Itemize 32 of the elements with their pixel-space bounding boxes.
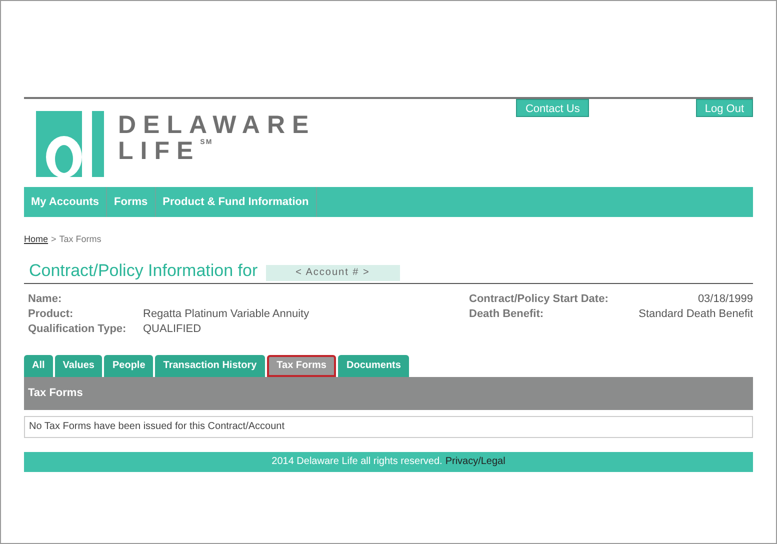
field-label: Product:	[28, 306, 74, 322]
tab[interactable]: Tax Forms	[266, 354, 336, 376]
message-text: No Tax Forms have been issued for this Contract/Account	[29, 420, 284, 434]
page-title: Contract/Policy Information for	[29, 260, 258, 280]
field-label: Name:	[28, 292, 63, 306]
logo-text: DELAWARE	[118, 112, 316, 138]
breadcrumb-separator: >	[51, 233, 56, 246]
tab[interactable]: Values	[54, 354, 102, 376]
copyright-text: 2014 Delaware Life all rights reserved.	[272, 455, 442, 469]
nav-link[interactable]: Forms	[107, 187, 156, 217]
tab[interactable]: Documents	[338, 354, 409, 376]
panel-heading: Tax Forms	[28, 386, 83, 401]
account-number: < Account # >	[266, 264, 400, 280]
logo-text: LIFE	[118, 138, 200, 164]
tab[interactable]: All	[24, 354, 53, 376]
breadcrumb-link[interactable]: Home	[24, 233, 48, 246]
field-value: QUALIFIED	[143, 322, 202, 336]
tab[interactable]: Transaction History	[155, 354, 265, 376]
field-label: Death Benefit:	[469, 306, 545, 322]
header-button[interactable]: Log Out	[696, 99, 753, 117]
field-value: Regatta Platinum Variable Annuity	[143, 306, 310, 322]
header-button[interactable]: Contact Us	[516, 99, 589, 117]
privacy-link[interactable]: Privacy/Legal	[445, 454, 506, 469]
nav-link[interactable]: Product & Fund Information	[156, 187, 317, 217]
field-value: 03/18/1999	[696, 292, 753, 306]
breadcrumb-current: Tax Forms	[59, 233, 102, 246]
tab[interactable]: People	[104, 354, 154, 376]
logo-icon	[36, 111, 104, 177]
nav-link[interactable]: My Accounts	[24, 187, 108, 217]
field-label: Contract/Policy Start Date:	[469, 292, 610, 306]
field-value: Standard Death Benefit	[638, 306, 753, 322]
field-label: Qualification Type:	[28, 322, 128, 336]
